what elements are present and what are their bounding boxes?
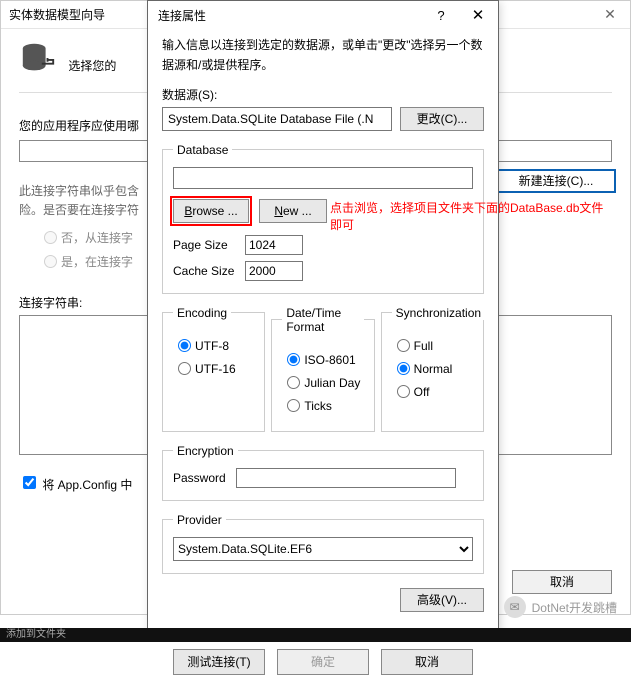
ok-button[interactable]: 确定 bbox=[277, 649, 369, 675]
encryption-legend: Encryption bbox=[173, 444, 238, 458]
close-icon[interactable]: ✕ bbox=[590, 6, 630, 23]
cancel-button[interactable]: 取消 bbox=[381, 649, 473, 675]
datetime-legend: Date/Time Format bbox=[282, 306, 363, 334]
encryption-group: Encryption Password bbox=[162, 444, 484, 501]
sync-legend: Synchronization bbox=[392, 306, 485, 320]
cache-size-input[interactable] bbox=[245, 261, 303, 281]
cache-size-label: Cache Size bbox=[173, 264, 237, 278]
dialog-titlebar: 连接属性 ? ✕ bbox=[148, 1, 498, 29]
sync-group: Synchronization Full Normal Off bbox=[381, 306, 484, 432]
radio-ticks[interactable]: Ticks bbox=[282, 396, 363, 413]
new-button[interactable]: New ... bbox=[259, 199, 327, 223]
radio-utf8[interactable]: UTF-8 bbox=[173, 336, 254, 353]
wizard-cancel-button[interactable]: 取消 bbox=[512, 570, 612, 594]
page-size-input[interactable] bbox=[245, 235, 303, 255]
radio-sync-off[interactable]: Off bbox=[392, 382, 473, 399]
radio-sync-normal[interactable]: Normal bbox=[392, 359, 473, 376]
datasource-field: System.Data.SQLite Database File (.N bbox=[162, 107, 392, 131]
test-connection-button[interactable]: 测试连接(T) bbox=[173, 649, 265, 675]
radio-utf16[interactable]: UTF-16 bbox=[173, 359, 254, 376]
database-icon bbox=[19, 39, 57, 80]
provider-legend: Provider bbox=[173, 513, 226, 527]
change-button[interactable]: 更改(C)... bbox=[400, 107, 484, 131]
new-connection-button[interactable]: 新建连接(C)... bbox=[496, 169, 616, 193]
provider-group: Provider System.Data.SQLite.EF6 bbox=[162, 513, 484, 574]
help-icon[interactable]: ? bbox=[424, 8, 458, 23]
radio-julian[interactable]: Julian Day bbox=[282, 373, 363, 390]
close-icon[interactable]: ✕ bbox=[458, 6, 498, 24]
wizard-title: 实体数据模型向导 bbox=[9, 6, 105, 23]
datasource-label: 数据源(S): bbox=[162, 86, 484, 103]
password-label: Password bbox=[173, 471, 233, 485]
encoding-legend: Encoding bbox=[173, 306, 231, 320]
database-group: Database Browse ... New ... Page Size Ca… bbox=[162, 143, 484, 294]
browse-button[interactable]: Browse ... bbox=[173, 199, 249, 223]
wechat-watermark: ✉ DotNet开发跳槽 bbox=[504, 596, 617, 618]
wechat-icon: ✉ bbox=[504, 596, 526, 618]
database-path-input[interactable] bbox=[173, 167, 473, 189]
wizard-heading: 选择您的 bbox=[68, 57, 116, 74]
dialog-title: 连接属性 bbox=[158, 7, 424, 24]
provider-select[interactable]: System.Data.SQLite.EF6 bbox=[173, 537, 473, 561]
dialog-intro: 输入信息以连接到选定的数据源，或单击"更改"选择另一个数据源和/或提供程序。 bbox=[162, 35, 484, 76]
radio-sync-full[interactable]: Full bbox=[392, 336, 473, 353]
page-size-label: Page Size bbox=[173, 238, 237, 252]
radio-iso8601[interactable]: ISO-8601 bbox=[282, 350, 363, 367]
encoding-group: Encoding UTF-8 UTF-16 bbox=[162, 306, 265, 432]
advanced-button[interactable]: 高级(V)... bbox=[400, 588, 484, 612]
datetime-group: Date/Time Format ISO-8601 Julian Day Tic… bbox=[271, 306, 374, 432]
connection-properties-dialog: 连接属性 ? ✕ 输入信息以连接到选定的数据源，或单击"更改"选择另一个数据源和… bbox=[147, 0, 499, 632]
database-legend: Database bbox=[173, 143, 232, 157]
password-input[interactable] bbox=[236, 468, 456, 488]
status-bar: 添加到文件夹 bbox=[0, 628, 631, 642]
